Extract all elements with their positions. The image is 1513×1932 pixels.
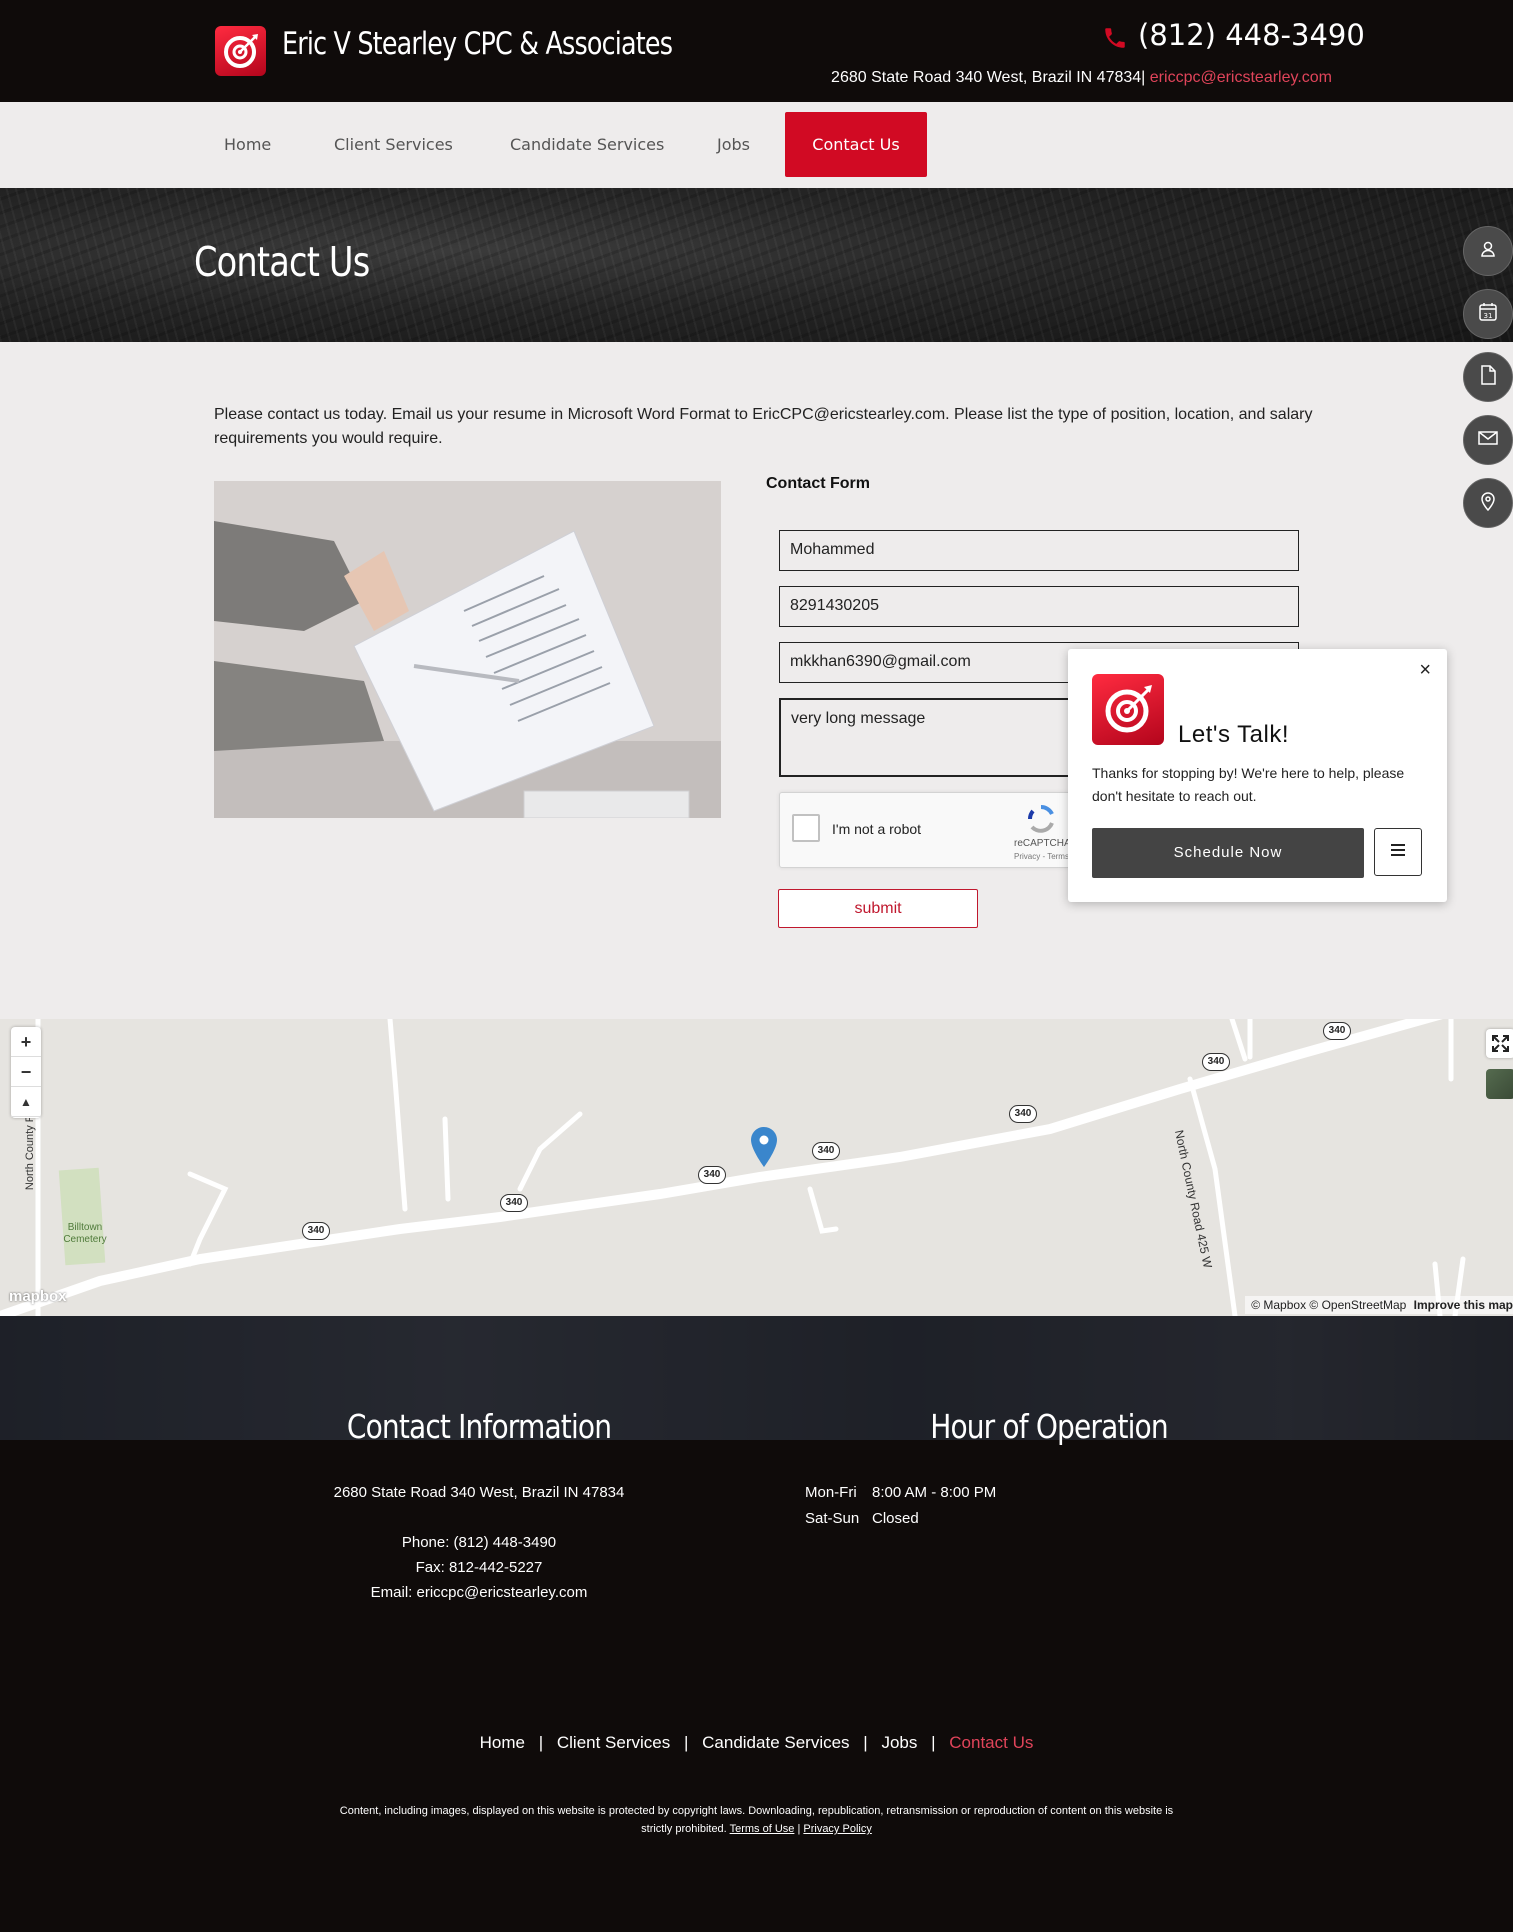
header-phone[interactable]: (812) 448-3490 (1138, 18, 1365, 52)
phone-icon (1102, 25, 1128, 56)
top-header: Eric V Stearley CPC & Associates (812) 4… (0, 0, 1513, 102)
side-user-button[interactable] (1463, 226, 1513, 276)
recaptcha-links[interactable]: Privacy - Terms (1014, 852, 1069, 861)
nav-home[interactable]: Home (193, 112, 302, 177)
intro-text: Please contact us today. Email us your r… (214, 406, 1313, 447)
footer-nav-separator: | (931, 1733, 936, 1752)
map-marker-icon[interactable] (751, 1127, 777, 1172)
phone-input[interactable]: 8291430205 (779, 586, 1299, 627)
footer-nav-contact-us[interactable]: Contact Us (949, 1733, 1033, 1752)
resume-photo (214, 481, 721, 818)
route-shield: 340 (1202, 1053, 1230, 1071)
route-shield: 340 (698, 1166, 726, 1184)
footer-address: 2680 State Road 340 West, Brazil IN 4783… (333, 1484, 625, 1501)
nav-contact-us[interactable]: Contact Us (785, 112, 927, 177)
hours-time: Closed (872, 1510, 919, 1527)
footer-fax: Fax: 812-442-5227 (415, 1559, 543, 1576)
lets-talk-popup: × Let's Talk! Thanks for stopping by! We… (1068, 649, 1447, 902)
route-shield: 340 (812, 1142, 840, 1160)
footer-nav-separator: | (683, 1733, 689, 1752)
cemetery-label: Billtown Cemetery (63, 1222, 107, 1245)
side-location-button[interactable] (1463, 478, 1513, 528)
route-shield: 340 (500, 1194, 528, 1212)
contact-form-heading: Contact Form (766, 475, 870, 492)
hours-day: Mon-Fri (805, 1484, 857, 1501)
side-calendar-button[interactable]: 31 (1463, 289, 1513, 339)
recaptcha-brand: reCAPTCHA (1014, 838, 1071, 849)
location-pin-icon (1478, 490, 1498, 517)
footer-nav: Home | Client Services | Candidate Servi… (0, 1733, 1513, 1753)
map-zoom-controls: + − ▲ (11, 1027, 41, 1118)
page-title: Contact Us (194, 238, 370, 286)
popup-close-button[interactable]: × (1381, 659, 1431, 685)
popup-text: Thanks for stopping by! We're here to he… (1092, 765, 1405, 804)
footer-nav-candidate-services[interactable]: Candidate Services (702, 1733, 849, 1752)
compass-button[interactable]: ▲ (11, 1087, 41, 1117)
schedule-now-button[interactable]: Schedule Now (1092, 828, 1364, 878)
footer-nav-separator: | (538, 1733, 544, 1752)
main-nav: Home Client Services Candidate Services … (0, 102, 1513, 188)
fullscreen-button[interactable] (1486, 1029, 1513, 1058)
footer-phone[interactable]: Phone: (812) 448-3490 (279, 1534, 679, 1551)
route-shield: 340 (302, 1222, 330, 1240)
satellite-toggle[interactable] (1486, 1069, 1513, 1099)
hours-row: Mon-Fri 8:00 AM - 8:00 PM (805, 1484, 996, 1501)
calendar-icon: 31 (1477, 301, 1499, 328)
hours-row: Sat-Sun Closed (805, 1510, 919, 1527)
mail-icon (1477, 429, 1499, 452)
mapbox-logo[interactable]: mapbox (9, 1288, 67, 1305)
footer-nav-home[interactable]: Home (480, 1733, 525, 1752)
recaptcha-widget: I'm not a robot reCAPTCHA Privacy - Term… (779, 792, 1081, 868)
popup-title: Let's Talk! (1178, 721, 1290, 748)
footer-nav-client-services[interactable]: Client Services (557, 1733, 670, 1752)
logo-icon[interactable] (215, 26, 266, 76)
map-attribution: © Mapbox © OpenStreetMap Improve this ma… (1245, 1296, 1513, 1314)
hours-heading: Hour of Operation (930, 1407, 1168, 1446)
document-icon (1478, 364, 1498, 391)
side-document-button[interactable] (1463, 352, 1513, 402)
popup-logo-icon (1092, 674, 1164, 745)
svg-text:31: 31 (1484, 312, 1493, 320)
recaptcha-label: I'm not a robot (832, 821, 922, 837)
contact-info-heading: Contact Information (346, 1407, 612, 1446)
footer-nav-separator: | (863, 1733, 868, 1752)
hours-time: 8:00 AM - 8:00 PM (872, 1484, 997, 1501)
recaptcha-logo-icon (1024, 803, 1058, 840)
header-email-link[interactable]: ericcpc@ericstearley.com (1150, 69, 1332, 86)
route-shield: 340 (1323, 1022, 1351, 1040)
header-address-line: 2680 State Road 340 West, Brazil IN 4783… (831, 69, 1332, 87)
page-banner: Contact Us (0, 188, 1513, 342)
terms-link[interactable]: Terms of Use (730, 1823, 795, 1835)
attribution-text[interactable]: © Mapbox © OpenStreetMap (1251, 1298, 1406, 1312)
improve-map-link[interactable]: Improve this map (1414, 1298, 1513, 1312)
footer-banner (0, 1316, 1513, 1440)
footer (0, 1440, 1513, 1932)
route-shield: 340 (1009, 1105, 1037, 1123)
location-map[interactable]: 340 340 340 340 340 340 340 North County… (0, 1019, 1513, 1316)
hamburger-icon (1390, 843, 1406, 862)
nav-jobs[interactable]: Jobs (686, 112, 781, 177)
zoom-in-button[interactable]: + (11, 1027, 41, 1057)
user-icon (1478, 239, 1498, 264)
zoom-out-button[interactable]: − (11, 1057, 41, 1087)
nav-candidate-services[interactable]: Candidate Services (479, 112, 695, 177)
submit-button[interactable]: submit (778, 889, 978, 928)
copyright-separator: | (797, 1823, 801, 1835)
copyright-notice: Content, including images, displayed on … (330, 1802, 1183, 1838)
footer-nav-jobs[interactable]: Jobs (881, 1733, 917, 1752)
header-address: 2680 State Road 340 West, Brazil IN 4783… (831, 69, 1146, 86)
recaptcha-checkbox[interactable] (792, 814, 820, 842)
nav-client-services[interactable]: Client Services (303, 112, 484, 177)
privacy-link[interactable]: Privacy Policy (803, 1823, 871, 1835)
hours-day: Sat-Sun (805, 1510, 860, 1527)
expand-icon (1486, 1035, 1513, 1062)
footer-email[interactable]: Email: ericcpc@ericstearley.com (279, 1584, 679, 1601)
site-name[interactable]: Eric V Stearley CPC & Associates (282, 26, 673, 62)
name-input[interactable]: Mohammed (779, 530, 1299, 571)
popup-menu-button[interactable] (1374, 828, 1422, 876)
side-mail-button[interactable] (1463, 415, 1513, 465)
